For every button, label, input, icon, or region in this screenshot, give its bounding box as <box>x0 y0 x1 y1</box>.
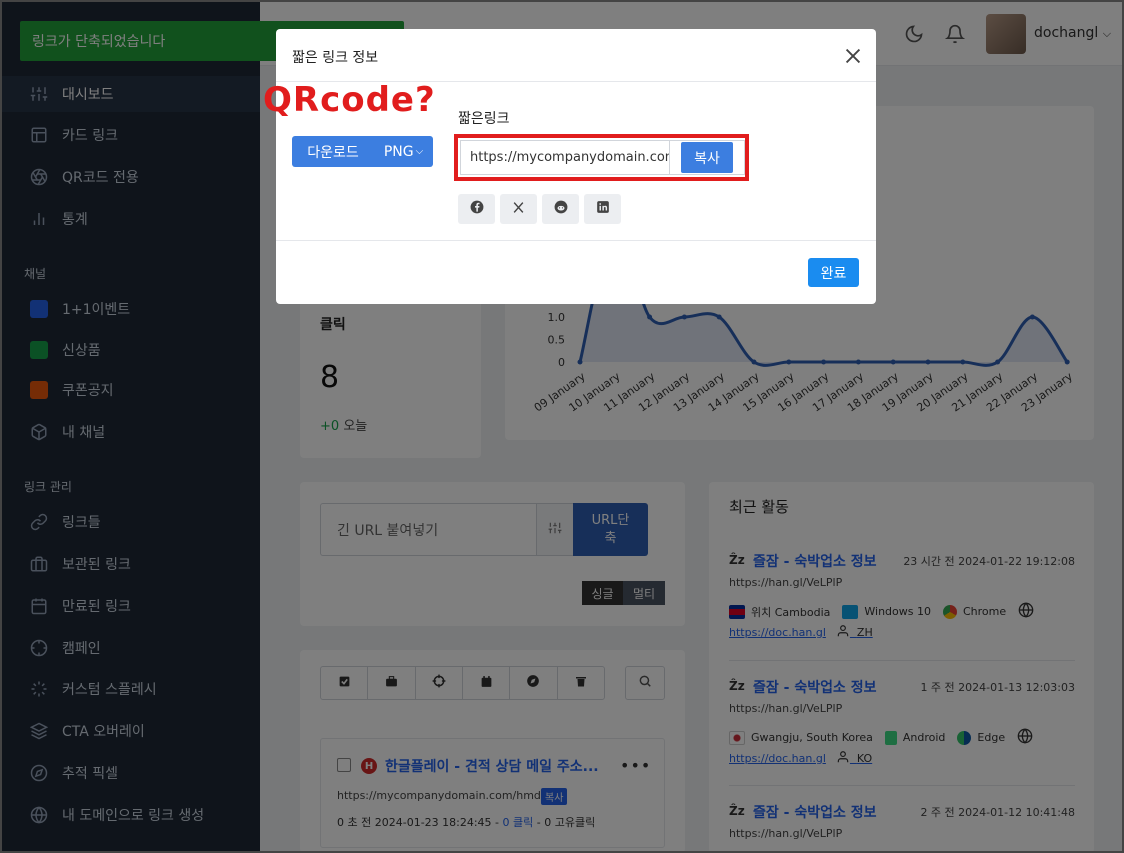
divider <box>276 240 876 241</box>
facebook-icon <box>470 200 484 218</box>
close-icon[interactable] <box>842 45 864 67</box>
share-linkedin-button[interactable] <box>584 194 621 224</box>
download-button-group: 다운로드 PNG ⌵ <box>292 136 433 167</box>
share-facebook-button[interactable] <box>458 194 495 224</box>
modal-title: 짧은 링크 정보 <box>292 50 379 66</box>
short-link-label: 짧은링크 <box>458 111 510 127</box>
download-button[interactable]: 다운로드 <box>292 136 374 167</box>
chevron-down-icon: ⌵ <box>415 146 424 157</box>
format-dropdown[interactable]: PNG ⌵ <box>374 136 433 167</box>
x-icon <box>512 201 525 218</box>
qrcode-annotation: QRcode? <box>263 80 436 120</box>
format-value: PNG <box>383 143 414 160</box>
highlight-box <box>454 134 749 181</box>
share-x-button[interactable] <box>500 194 537 224</box>
linkedin-icon <box>596 200 610 218</box>
reddit-icon <box>554 200 568 218</box>
done-button[interactable]: 완료 <box>808 258 859 287</box>
share-reddit-button[interactable] <box>542 194 579 224</box>
